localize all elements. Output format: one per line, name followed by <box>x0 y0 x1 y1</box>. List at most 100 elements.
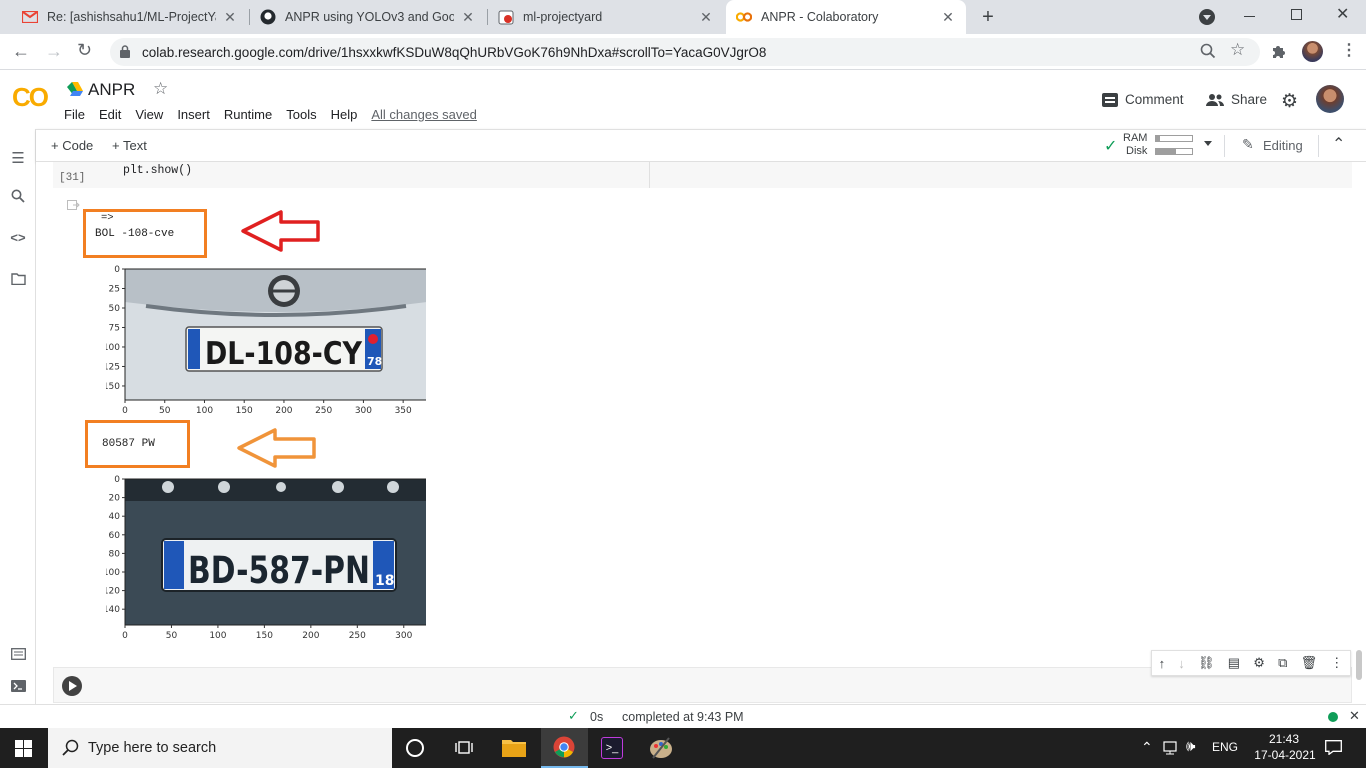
add-code-button[interactable]: + Code <box>51 138 93 153</box>
run-cell-icon[interactable] <box>62 676 82 696</box>
extensions-icon[interactable] <box>1271 43 1287 59</box>
drive-icon <box>67 82 83 96</box>
close-icon[interactable]: ✕ <box>698 9 714 26</box>
chrome-taskbar-button[interactable] <box>541 728 588 768</box>
command-palette-icon[interactable] <box>9 647 27 665</box>
close-icon[interactable]: ✕ <box>222 9 238 26</box>
plot2-plate-text: BD-587-PN <box>188 549 370 592</box>
restore-icon[interactable] <box>1291 9 1302 20</box>
table-of-contents-icon[interactable]: ☰ <box>9 149 27 167</box>
files-folder-icon[interactable] <box>9 272 27 290</box>
paint-app-icon[interactable] <box>649 736 673 760</box>
clock-time[interactable]: 21:43 <box>1252 732 1316 746</box>
output-icon[interactable] <box>67 199 80 210</box>
plate-plot-2: BD-587-PN 18 0 20 40 60 80 100 120 140 0 50 100 150… <box>106 475 426 641</box>
mirror-cell-icon[interactable]: ⧉ <box>1278 655 1287 671</box>
minimize-icon[interactable] <box>1244 16 1255 17</box>
tray-expand-icon[interactable]: ⌃ <box>1141 739 1153 756</box>
tab-title: Re: [ashishsahu1/ML-ProjectYard] <box>47 10 216 24</box>
plot1-xtick-label: 100 <box>196 406 213 416</box>
tab-github[interactable]: ANPR using YOLOv3 and Google ✕ <box>250 0 486 34</box>
forward-icon[interactable]: → <box>45 41 63 62</box>
collapse-header-icon[interactable]: ⌃ <box>1332 134 1345 154</box>
zoom-icon[interactable] <box>1200 43 1216 62</box>
search-icon <box>62 739 79 759</box>
taskbar-search-box[interactable]: Type here to search <box>48 728 392 768</box>
cell-settings-icon[interactable]: ⚙ <box>1253 655 1265 671</box>
plot1-xtick-label: 150 <box>236 406 253 416</box>
colab-icon <box>736 9 752 25</box>
disk-usage-bar[interactable] <box>1155 148 1193 155</box>
more-options-icon[interactable]: ⋮ <box>1330 655 1343 671</box>
new-tab-icon[interactable]: + <box>978 6 998 28</box>
search-icon[interactable] <box>9 189 27 207</box>
comment-button[interactable]: Comment <box>1125 92 1184 107</box>
task-view-icon[interactable] <box>455 740 473 755</box>
account-avatar[interactable] <box>1316 85 1344 113</box>
network-icon[interactable] <box>1163 741 1181 755</box>
close-icon[interactable]: ✕ <box>460 9 476 26</box>
browser-menu-icon[interactable]: ⋮ <box>1341 40 1357 60</box>
close-icon[interactable]: ✕ <box>940 9 956 26</box>
menu-file[interactable]: File <box>64 107 85 122</box>
settings-gear-icon[interactable]: ⚙ <box>1281 90 1298 113</box>
tab-search-icon[interactable] <box>1199 9 1215 25</box>
notifications-icon[interactable] <box>1325 740 1342 756</box>
reload-icon[interactable]: ↻ <box>77 40 92 61</box>
orange-arrow-icon <box>237 428 317 468</box>
menu-bar: File Edit View Insert Runtime Tools Help… <box>64 107 491 122</box>
profile-avatar[interactable] <box>1302 41 1323 62</box>
menu-insert[interactable]: Insert <box>177 107 210 122</box>
tab-title: ANPR - Colaboratory <box>761 10 879 24</box>
code-snippets-icon[interactable]: <> <box>9 230 27 248</box>
status-bar: ✓ 0s completed at 9:43 PM ✕ <box>0 704 1366 728</box>
plot2-xtick-label: 250 <box>349 631 366 641</box>
url-text: colab.research.google.com/drive/1hsxxkwf… <box>142 44 767 60</box>
save-status-link[interactable]: All changes saved <box>371 107 477 122</box>
delete-cell-icon[interactable]: 🗑 <box>1301 655 1318 671</box>
plot1-ytick-label: 75 <box>109 323 120 333</box>
windows-start-icon[interactable] <box>15 740 32 757</box>
move-down-icon[interactable]: ↓ <box>1178 656 1185 671</box>
plot2-ytick-label: 40 <box>109 512 121 522</box>
link-icon[interactable]: ⛓ <box>1198 655 1215 671</box>
add-text-button[interactable]: + Text <box>112 138 147 153</box>
menu-runtime[interactable]: Runtime <box>224 107 272 122</box>
resources-dropdown-icon[interactable] <box>1204 141 1212 146</box>
plot2-ytick-label: 80 <box>109 549 121 559</box>
file-explorer-icon[interactable] <box>502 738 526 757</box>
colab-logo[interactable]: CO <box>12 82 49 113</box>
terminal-app-icon[interactable]: >_ <box>601 737 623 759</box>
back-icon[interactable]: ← <box>12 41 30 62</box>
share-people-icon <box>1206 93 1224 107</box>
status-message: completed at 9:43 PM <box>622 710 744 724</box>
status-check-icon: ✓ <box>568 708 579 723</box>
plot2-ytick-label: 60 <box>109 531 121 541</box>
share-button[interactable]: Share <box>1231 92 1267 107</box>
ram-usage-bar[interactable] <box>1155 135 1193 142</box>
address-bar[interactable]: colab.research.google.com/drive/1hsxxkwf… <box>110 38 1260 66</box>
volume-icon[interactable]: 🕪 <box>1186 738 1195 755</box>
clock-date[interactable]: 17-04-2021 <box>1250 748 1320 762</box>
menu-edit[interactable]: Edit <box>99 107 121 122</box>
bookmark-star-icon[interactable]: ☆ <box>1230 40 1245 60</box>
star-icon[interactable]: ☆ <box>153 79 168 99</box>
code-cell[interactable]: [31] plt.show() <box>53 162 1352 188</box>
window-close-icon[interactable]: ✕ <box>1336 4 1349 24</box>
menu-view[interactable]: View <box>135 107 163 122</box>
comment-cell-icon[interactable]: ▤ <box>1228 655 1240 671</box>
cortana-icon[interactable] <box>406 739 424 757</box>
tab-anpr-colab[interactable]: ANPR - Colaboratory ✕ <box>726 0 966 34</box>
move-up-icon[interactable]: ↑ <box>1159 656 1166 671</box>
language-indicator[interactable]: ENG <box>1212 740 1238 754</box>
tab-gmail[interactable]: Re: [ashishsahu1/ML-ProjectYard] ✕ <box>12 0 248 34</box>
terminal-icon[interactable] <box>9 679 27 697</box>
tab-ml-projectyard[interactable]: ml-projectyard ✕ <box>488 0 724 34</box>
plot2-ytick-label: 100 <box>106 568 120 578</box>
editing-mode-button[interactable]: Editing <box>1263 138 1303 153</box>
status-close-icon[interactable]: ✕ <box>1349 708 1360 724</box>
scrollbar-thumb[interactable] <box>1356 650 1362 680</box>
menu-help[interactable]: Help <box>331 107 358 122</box>
menu-tools[interactable]: Tools <box>286 107 316 122</box>
notebook-title[interactable]: ANPR <box>88 80 135 100</box>
